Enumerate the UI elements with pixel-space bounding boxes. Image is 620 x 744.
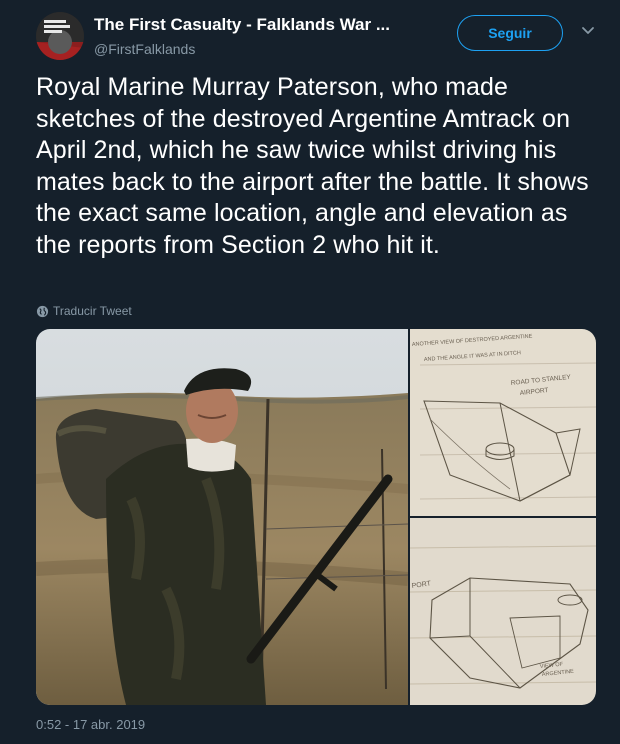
translate-tweet-link[interactable]: Traducir Tweet xyxy=(36,304,132,318)
translate-label: Traducir Tweet xyxy=(53,304,132,318)
tweet-card: The First Casualty - Falklands War ... @… xyxy=(0,0,620,744)
sketch-top-image: ANOTHER VIEW OF DESTROYED ARGENTINE AND … xyxy=(410,329,596,516)
chevron-down-icon[interactable] xyxy=(581,26,595,36)
avatar[interactable] xyxy=(36,12,84,60)
marine-photo-image xyxy=(36,329,408,705)
display-name[interactable]: The First Casualty - Falklands War ... xyxy=(94,15,390,35)
sketch-bottom[interactable]: PORT VIEW OF ARGENTINE xyxy=(410,518,596,705)
avatar-image xyxy=(36,12,84,60)
media-grid: ANOTHER VIEW OF DESTROYED ARGENTINE AND … xyxy=(36,329,596,705)
tweet-header: The First Casualty - Falklands War ... @… xyxy=(36,12,606,60)
tweet-text: Royal Marine Murray Paterson, who made s… xyxy=(36,73,589,259)
sketch-bottom-image: PORT VIEW OF ARGENTINE xyxy=(410,518,596,705)
tweet-timestamp[interactable]: 0:52 - 17 abr. 2019 xyxy=(36,717,145,732)
account-handle[interactable]: @FirstFalklands xyxy=(94,41,390,57)
follow-button[interactable]: Seguir xyxy=(457,15,563,51)
photo-royal-marine[interactable] xyxy=(36,329,408,705)
globe-icon xyxy=(36,305,49,317)
account-names: The First Casualty - Falklands War ... @… xyxy=(94,15,390,57)
sketch-top[interactable]: ANOTHER VIEW OF DESTROYED ARGENTINE AND … xyxy=(410,329,596,516)
